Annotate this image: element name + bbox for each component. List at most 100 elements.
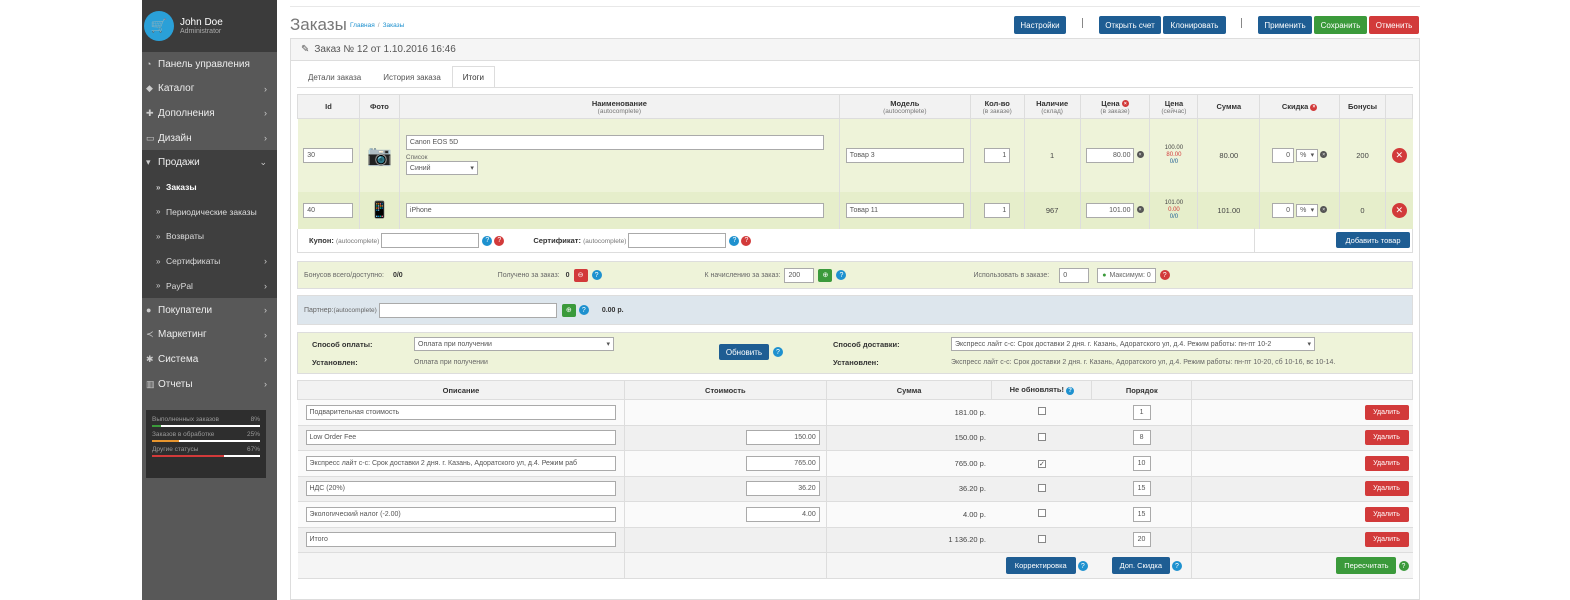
menu-extensions[interactable]: ✚ Дополнения › bbox=[142, 101, 277, 126]
no-update-checkbox[interactable] bbox=[1037, 509, 1046, 518]
total-cost-input[interactable]: 4.00 bbox=[745, 506, 820, 522]
menu-dashboard[interactable]: ◔ Панель управления bbox=[142, 52, 277, 77]
delete-total-button[interactable]: Удалить bbox=[1364, 481, 1409, 497]
clear-icon[interactable]: × bbox=[1310, 103, 1318, 111]
model-input[interactable]: Товар 3 bbox=[845, 147, 964, 163]
no-update-checkbox[interactable] bbox=[1037, 432, 1046, 441]
total-cost-input[interactable]: 36.20 bbox=[745, 481, 820, 497]
certificate-input[interactable] bbox=[628, 233, 727, 248]
adjust-button[interactable]: Корректировка bbox=[1005, 557, 1076, 574]
tab-history[interactable]: История заказа bbox=[372, 66, 452, 88]
cancel-bonus-button[interactable]: ⊖ bbox=[573, 268, 588, 282]
settings-button[interactable]: Настройки bbox=[1014, 16, 1066, 34]
reset-discount-icon[interactable]: × bbox=[1320, 151, 1328, 159]
total-description-input[interactable]: Итого bbox=[305, 532, 616, 548]
qty-input[interactable]: 1 bbox=[984, 147, 1011, 163]
total-description-input[interactable]: НДС (20%) bbox=[305, 481, 616, 497]
help-icon[interactable]: ? bbox=[1077, 561, 1088, 572]
submenu-recurring[interactable]: » Периодические заказы bbox=[142, 199, 277, 225]
shipping-select[interactable]: Экспресс лайт с-с: Срок доставки 2 дня. … bbox=[951, 337, 1315, 351]
reset-price-icon[interactable]: × bbox=[1136, 151, 1144, 159]
delete-total-button[interactable]: Удалить bbox=[1364, 404, 1409, 420]
price-input[interactable]: 101.00 bbox=[1086, 202, 1135, 218]
save-button[interactable]: Сохранить bbox=[1314, 16, 1367, 34]
breadcrumb-home[interactable]: Главная bbox=[350, 22, 375, 29]
menu-sales[interactable]: ▾ Продажи ⌄ bbox=[142, 150, 277, 175]
submenu-orders[interactable]: » Заказы bbox=[142, 174, 277, 200]
sort-order-input[interactable]: 15 bbox=[1132, 506, 1151, 522]
help-icon[interactable]: ? bbox=[1159, 270, 1170, 280]
help-icon[interactable]: ? bbox=[578, 305, 589, 315]
discount-input[interactable]: 0 bbox=[1272, 147, 1295, 163]
tab-details[interactable]: Детали заказа bbox=[297, 66, 372, 88]
no-update-checkbox[interactable] bbox=[1037, 534, 1046, 543]
no-update-checkbox[interactable]: ✓ bbox=[1037, 459, 1046, 468]
model-input[interactable]: Товар 11 bbox=[845, 202, 964, 218]
submenu-vouchers[interactable]: » Сертификаты › bbox=[142, 248, 277, 274]
remove-product-icon[interactable]: ✕ bbox=[1391, 202, 1407, 218]
help-icon[interactable]: ? bbox=[482, 235, 493, 246]
recalculate-button[interactable]: Пересчитать bbox=[1336, 557, 1397, 574]
help-icon[interactable]: ? bbox=[1066, 386, 1075, 395]
product-name-input[interactable]: iPhone bbox=[405, 202, 824, 218]
apply-button[interactable]: Применить bbox=[1258, 16, 1312, 34]
total-description-input[interactable]: Low Order Fee bbox=[305, 430, 616, 446]
bonus-accrue-input[interactable]: 200 bbox=[784, 267, 815, 283]
product-name-input[interactable]: Canon EOS 5D bbox=[405, 135, 824, 151]
help-icon[interactable]: ? bbox=[729, 235, 740, 246]
menu-reports[interactable]: ▥ Отчеты › bbox=[142, 372, 277, 397]
max-bonus-button[interactable]: ● Максимум: 0 bbox=[1097, 267, 1156, 283]
help-icon[interactable]: ? bbox=[836, 270, 847, 280]
reset-price-icon[interactable]: × bbox=[1136, 206, 1144, 214]
sort-order-input[interactable]: 1 bbox=[1132, 404, 1151, 420]
submenu-returns[interactable]: » Возвраты bbox=[142, 224, 277, 249]
menu-system[interactable]: ✱ Система › bbox=[142, 347, 277, 372]
coupon-input[interactable] bbox=[381, 233, 480, 248]
total-description-input[interactable]: Подварительная стоимость bbox=[305, 404, 616, 420]
add-partner-button[interactable]: ⊕ bbox=[561, 303, 576, 317]
discount-type-select[interactable]: % ▾ bbox=[1296, 203, 1319, 217]
tab-totals[interactable]: Итоги bbox=[451, 66, 495, 88]
delete-total-button[interactable]: Удалить bbox=[1364, 532, 1409, 548]
sort-order-input[interactable]: 20 bbox=[1132, 532, 1151, 548]
bonus-use-input[interactable]: 0 bbox=[1059, 267, 1090, 283]
help-icon[interactable]: ? bbox=[1398, 561, 1409, 572]
payment-select[interactable]: Оплата при получении ▾ bbox=[414, 337, 614, 351]
total-cost-input[interactable]: 150.00 bbox=[745, 430, 820, 446]
phone-photo-icon[interactable]: 📱 bbox=[369, 202, 389, 219]
no-update-checkbox[interactable] bbox=[1037, 407, 1046, 416]
menu-customers[interactable]: ● Покупатели › bbox=[142, 298, 277, 323]
submenu-paypal[interactable]: » PayPal › bbox=[142, 273, 277, 298]
menu-marketing[interactable]: ≺ Маркетинг › bbox=[142, 323, 277, 348]
extra-discount-button[interactable]: Доп. Скидка bbox=[1111, 557, 1170, 574]
refresh-button[interactable]: Обновить bbox=[719, 344, 769, 360]
sort-order-input[interactable]: 10 bbox=[1132, 455, 1151, 471]
clone-button[interactable]: Клонировать bbox=[1163, 16, 1226, 34]
menu-design[interactable]: ▭ Дизайн › bbox=[142, 126, 277, 151]
breadcrumb-orders[interactable]: Заказы bbox=[383, 22, 405, 29]
no-update-checkbox[interactable] bbox=[1037, 483, 1046, 492]
qty-input[interactable]: 1 bbox=[984, 202, 1011, 218]
total-description-input[interactable]: Экспресс лайт с-с: Срок доставки 2 дня. … bbox=[305, 455, 616, 471]
remove-certificate-icon[interactable]: ? bbox=[741, 235, 752, 246]
product-id-input[interactable]: 30 bbox=[303, 147, 354, 163]
menu-catalog[interactable]: ◆ Каталог › bbox=[142, 77, 277, 102]
delete-total-button[interactable]: Удалить bbox=[1364, 430, 1409, 446]
partner-input[interactable] bbox=[378, 302, 557, 318]
delete-total-button[interactable]: Удалить bbox=[1364, 506, 1409, 522]
sort-order-input[interactable]: 15 bbox=[1132, 481, 1151, 497]
total-description-input[interactable]: Экологический налог (-2.00) bbox=[305, 506, 616, 522]
help-icon[interactable]: ? bbox=[591, 270, 602, 280]
remove-coupon-icon[interactable]: ? bbox=[494, 235, 505, 246]
help-icon[interactable]: ? bbox=[1171, 561, 1182, 572]
add-product-button[interactable]: Добавить товар bbox=[1336, 232, 1410, 248]
price-input[interactable]: 80.00 bbox=[1086, 147, 1135, 163]
delete-total-button[interactable]: Удалить bbox=[1364, 455, 1409, 471]
discount-input[interactable]: 0 bbox=[1272, 202, 1295, 218]
product-id-input[interactable]: 40 bbox=[303, 202, 354, 218]
cancel-button[interactable]: Отменить bbox=[1369, 16, 1419, 34]
camera-photo-icon[interactable]: 📷 bbox=[367, 145, 392, 167]
reset-discount-icon[interactable]: × bbox=[1320, 206, 1328, 214]
clear-icon[interactable]: × bbox=[1121, 100, 1129, 108]
option-select[interactable]: Синий ▾ bbox=[405, 161, 478, 176]
